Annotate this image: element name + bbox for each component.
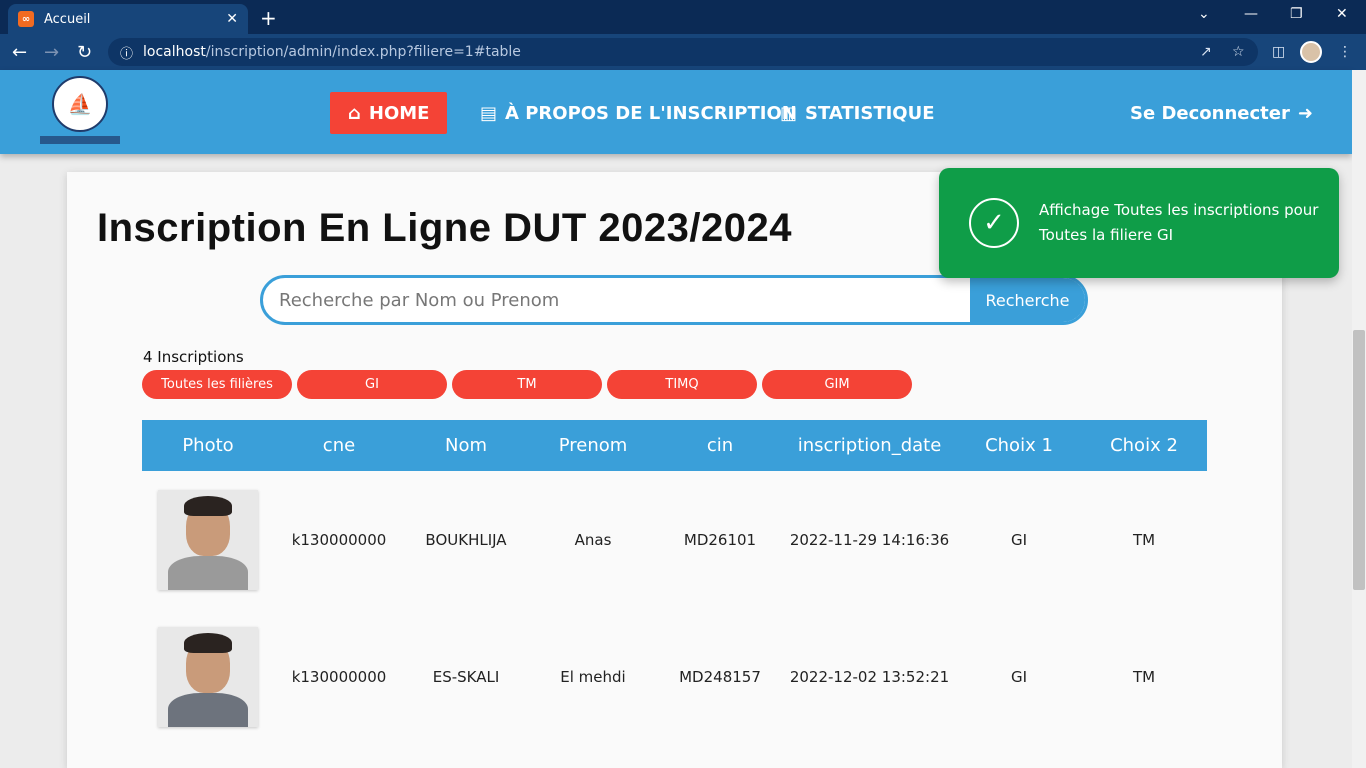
restore-icon[interactable]: ❐: [1290, 6, 1303, 22]
search-input[interactable]: [263, 278, 973, 322]
cell-choix1: GI: [1010, 530, 1028, 549]
cell-cne: k130000000: [291, 667, 387, 686]
cell-choix1: GI: [1010, 667, 1028, 686]
filiere-filters: Toutes les filières GI TM TIMQ GIM: [142, 370, 912, 399]
nav-statistics-label: STATISTIQUE: [805, 102, 935, 124]
bar-chart-icon: ▥: [780, 102, 798, 124]
logo-emblem-icon: ⛵: [52, 76, 108, 132]
forward-icon[interactable]: →: [44, 42, 59, 63]
cell-nom: ES-SKALI: [432, 667, 500, 686]
cell-cin: MD26101: [683, 530, 757, 549]
filter-timq-button[interactable]: TIMQ: [607, 370, 757, 399]
check-circle-icon: ✓: [969, 198, 1019, 248]
col-header-cin: cin: [706, 435, 734, 456]
cell-cne: k130000000: [291, 530, 387, 549]
nav-about-label: À PROPOS DE L'INSCRIPTION: [505, 102, 797, 124]
col-header-choix1: Choix 1: [985, 435, 1053, 456]
filter-tm-button[interactable]: TM: [452, 370, 602, 399]
nav-home[interactable]: ⌂ HOME: [330, 92, 448, 134]
inscriptions-count: 4 Inscriptions: [143, 348, 244, 366]
cell-prenom: Anas: [574, 530, 612, 549]
col-header-cne: cne: [322, 435, 356, 456]
search-form: Recherche: [260, 275, 1088, 325]
site-info-icon[interactable]: ⓘ: [120, 43, 133, 62]
success-toast[interactable]: ✓ Affichage Toutes les inscriptions pour…: [939, 168, 1339, 278]
home-icon: ⌂: [348, 102, 361, 124]
cell-choix2: TM: [1132, 667, 1156, 686]
back-icon[interactable]: ←: [12, 42, 27, 63]
search-button[interactable]: Recherche: [970, 278, 1085, 322]
col-header-nom: Nom: [444, 435, 487, 456]
page-scrollbar-thumb[interactable]: [1353, 330, 1365, 590]
table-row: k130000000 ES-SKALI El mehdi MD248157 20…: [142, 608, 1207, 745]
table-header-row: Photo cne Nom Prenom cin inscription_dat…: [142, 420, 1207, 471]
browser-toolbar: ← → ↻ ⓘ localhost/inscription/admin/inde…: [0, 34, 1366, 70]
cell-nom: BOUKHLIJA: [425, 530, 507, 549]
bookmark-star-icon[interactable]: ☆: [1232, 44, 1245, 60]
inscriptions-table: Photo cne Nom Prenom cin inscription_dat…: [142, 420, 1207, 745]
student-photo[interactable]: [158, 626, 258, 727]
site-header: ⛵ ⌂ HOME ▤ À PROPOS DE L'INSCRIPTION ▥ S…: [0, 70, 1352, 154]
col-header-photo: Photo: [182, 435, 234, 456]
school-logo[interactable]: ⛵: [40, 76, 120, 150]
side-panel-icon[interactable]: ◫: [1272, 44, 1285, 60]
close-window-icon[interactable]: ✕: [1336, 6, 1348, 22]
browser-tab-bar: ∞ Accueil ✕ + ⌄ — ❐ ✕: [0, 0, 1366, 34]
tab-title: Accueil: [44, 11, 91, 27]
filter-gim-button[interactable]: GIM: [762, 370, 912, 399]
cell-date: 2022-12-02 13:52:21: [789, 667, 950, 686]
share-icon[interactable]: ↗: [1200, 44, 1212, 60]
tab-search-icon[interactable]: ⌄: [1198, 6, 1210, 22]
nav-statistics[interactable]: ▥ STATISTIQUE: [762, 92, 953, 134]
url-path: /inscription/admin/index.php?filiere=1#t…: [205, 44, 521, 60]
nav-home-label: HOME: [368, 102, 430, 124]
page-title: Inscription En Ligne DUT 2023/2024: [97, 206, 792, 250]
browser-tab[interactable]: ∞ Accueil ✕: [8, 4, 248, 34]
table-row: k130000000 BOUKHLIJA Anas MD26101 2022-1…: [142, 471, 1207, 608]
reload-icon[interactable]: ↻: [77, 42, 92, 63]
new-tab-icon[interactable]: +: [260, 6, 277, 30]
cell-prenom: El mehdi: [560, 667, 626, 686]
col-header-date: inscription_date: [797, 435, 942, 456]
url-host: localhost: [143, 44, 206, 60]
address-bar[interactable]: ⓘ localhost/inscription/admin/index.php?…: [108, 38, 1258, 66]
cell-date: 2022-11-29 14:16:36: [789, 530, 950, 549]
col-header-prenom: Prenom: [558, 435, 628, 456]
logo-caption: [40, 136, 120, 144]
nav-logout-label: Se Deconnecter: [1130, 102, 1290, 124]
cell-cin: MD248157: [679, 667, 761, 686]
document-icon: ▤: [480, 102, 498, 124]
filter-all-button[interactable]: Toutes les filières: [142, 370, 292, 399]
student-photo[interactable]: [158, 489, 258, 590]
toast-message: Affichage Toutes les inscriptions pour T…: [1039, 201, 1319, 244]
col-header-choix2: Choix 2: [1110, 435, 1178, 456]
cell-choix2: TM: [1132, 530, 1156, 549]
minimize-icon[interactable]: —: [1244, 6, 1258, 22]
filter-gi-button[interactable]: GI: [297, 370, 447, 399]
menu-dots-icon[interactable]: ⋮: [1338, 44, 1352, 60]
profile-avatar[interactable]: [1300, 41, 1322, 63]
nav-logout[interactable]: Se Deconnecter ➜: [1112, 92, 1331, 134]
close-tab-icon[interactable]: ✕: [226, 11, 238, 27]
xampp-favicon-icon: ∞: [18, 11, 34, 27]
logout-icon: ➜: [1297, 102, 1313, 124]
